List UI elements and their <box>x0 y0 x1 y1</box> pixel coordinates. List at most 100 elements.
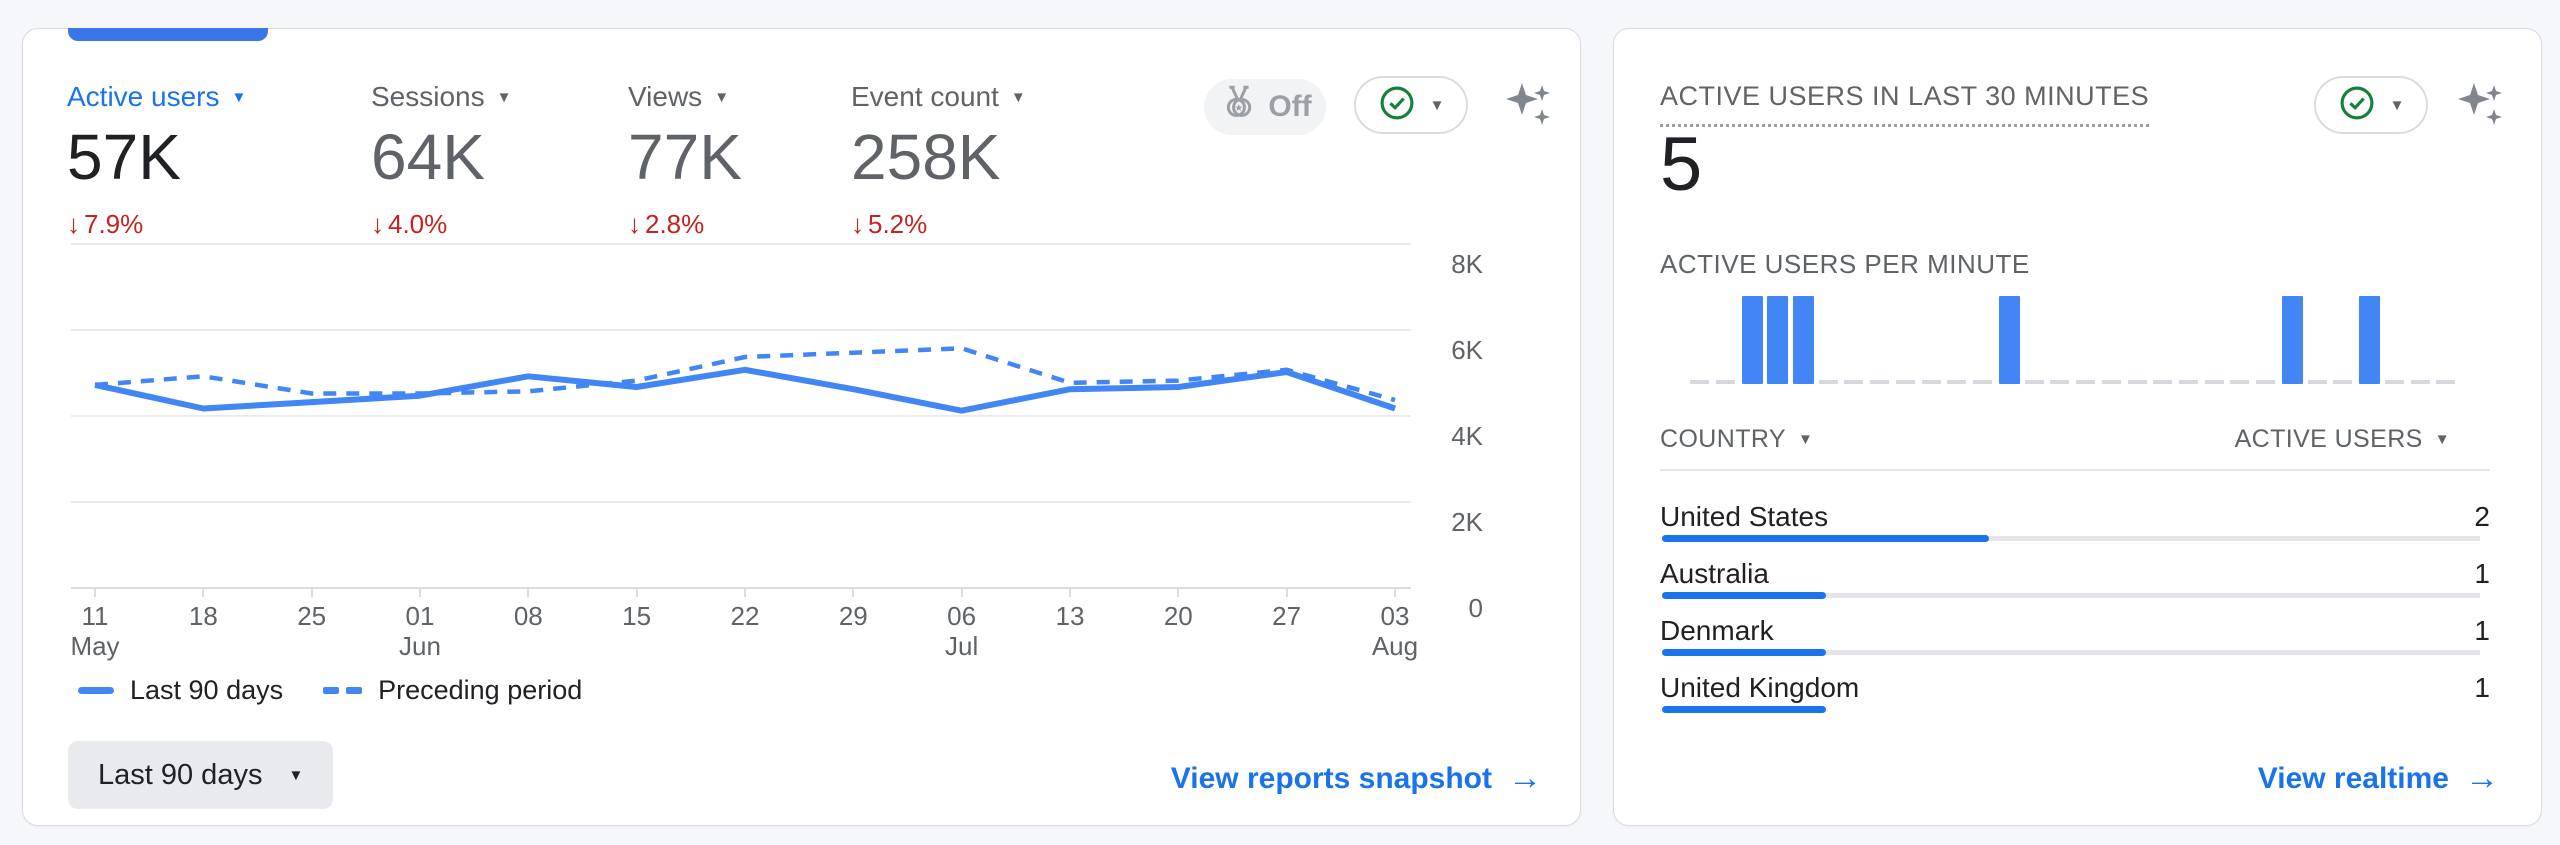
minute-empty-dash <box>2076 380 2095 384</box>
chevron-down-icon: ▼ <box>1798 432 1813 447</box>
table-divider <box>1660 469 2490 471</box>
active-tab-indicator <box>68 28 268 41</box>
x-tick-label: 03Aug <box>1350 601 1440 661</box>
minute-empty-dash <box>1947 380 1966 384</box>
metric-event-count[interactable]: Event count ▼ 258K ↓5.2% <box>851 81 1026 113</box>
x-tick-mark <box>527 587 529 597</box>
minute-bar <box>1742 296 1763 384</box>
metric-label: Views ▼ <box>628 81 729 113</box>
country-bar <box>1662 593 2480 598</box>
minute-empty-dash <box>2128 380 2147 384</box>
minute-bar <box>1767 296 1788 384</box>
minute-empty-dash <box>1973 380 1992 384</box>
chevron-down-icon: ▼ <box>2390 98 2405 113</box>
country-name: United States <box>1660 501 1828 533</box>
metric-active-users[interactable]: Active users ▼ 57K ↓7.9% <box>67 81 246 113</box>
date-range-selector[interactable]: Last 90 days ▼ <box>68 741 333 809</box>
x-tick-mark <box>1177 587 1179 597</box>
minute-empty-dash <box>2308 380 2327 384</box>
x-tick-mark <box>744 587 746 597</box>
metric-delta: ↓2.8% <box>628 209 704 240</box>
trend-lines-svg <box>71 243 1411 591</box>
metric-label-text: Views <box>628 81 702 113</box>
insights-sparkle-icon[interactable] <box>2452 77 2508 133</box>
metric-sessions[interactable]: Sessions ▼ 64K ↓4.0% <box>371 81 511 113</box>
legend-label: Preceding period <box>378 675 582 706</box>
x-tick-label: 22 <box>700 601 790 631</box>
x-tick-label: 15 <box>592 601 682 631</box>
country-bar <box>1662 650 2480 655</box>
table-row: United States 2 <box>1660 501 2490 545</box>
metric-label: Sessions ▼ <box>371 81 511 113</box>
y-tick-label: 8K <box>1413 249 1483 280</box>
metric-label-text: Event count <box>851 81 999 113</box>
x-tick-mark <box>202 587 204 597</box>
minute-empty-dash <box>2153 380 2172 384</box>
check-circle-icon <box>1378 84 1416 127</box>
benchmarking-off-badge[interactable]: Off <box>1204 79 1326 135</box>
country-name: United Kingdom <box>1660 672 1859 704</box>
data-quality-button[interactable]: ▼ <box>2314 76 2428 134</box>
minute-empty-dash <box>2179 380 2198 384</box>
minute-empty-dash <box>1870 380 1889 384</box>
dashed-line-swatch <box>323 687 362 694</box>
x-tick-mark <box>1069 587 1071 597</box>
x-tick-mark <box>311 587 313 597</box>
realtime-table-header: COUNTRY ▼ ACTIVE USERS ▼ <box>1660 425 2450 454</box>
minute-empty-dash <box>2436 380 2455 384</box>
chevron-down-icon: ▼ <box>288 768 303 783</box>
minute-empty-dash <box>2411 380 2430 384</box>
minute-empty-dash <box>1716 380 1735 384</box>
x-tick-label: 29 <box>808 601 898 631</box>
chevron-down-icon[interactable]: ▼ <box>1011 90 1026 105</box>
chevron-down-icon[interactable]: ▼ <box>714 90 729 105</box>
x-tick-mark <box>636 587 638 597</box>
metric-views[interactable]: Views ▼ 77K ↓2.8% <box>628 81 729 113</box>
x-tick-mark <box>94 587 96 597</box>
chevron-down-icon: ▼ <box>1430 98 1445 113</box>
right-arrow-icon: → <box>1508 759 1542 798</box>
view-realtime-link[interactable]: View realtime → <box>2258 759 2499 798</box>
country-column-header[interactable]: COUNTRY ▼ <box>1660 425 1813 454</box>
x-tick-mark <box>419 587 421 597</box>
country-name: Australia <box>1660 558 1769 590</box>
minute-empty-dash <box>1690 380 1709 384</box>
minute-empty-dash <box>2230 380 2249 384</box>
x-tick-label: 08 <box>483 601 573 631</box>
realtime-title: ACTIVE USERS IN LAST 30 MINUTES <box>1660 81 2149 127</box>
legend-label: Last 90 days <box>130 675 283 706</box>
x-tick-mark <box>1286 587 1288 597</box>
minute-empty-dash <box>2102 380 2121 384</box>
minute-empty-dash <box>1896 380 1915 384</box>
chevron-down-icon[interactable]: ▼ <box>497 90 512 105</box>
x-tick-mark <box>852 587 854 597</box>
minute-empty-dash <box>2025 380 2044 384</box>
active-users-column-header[interactable]: ACTIVE USERS ▼ <box>2235 425 2450 454</box>
country-name: Denmark <box>1660 615 1774 647</box>
y-tick-label: 2K <box>1413 507 1483 538</box>
trend-down-icon: ↓ <box>851 209 864 239</box>
metric-value: 64K <box>371 125 485 189</box>
data-quality-button[interactable]: ▼ <box>1354 76 1468 134</box>
insights-sparkle-icon[interactable] <box>1500 77 1556 133</box>
minute-empty-dash <box>2333 380 2352 384</box>
country-value: 1 <box>2474 672 2490 704</box>
country-bar <box>1662 536 2480 541</box>
right-arrow-icon: → <box>2465 759 2499 798</box>
reports-snapshot-card: Active users ▼ 57K ↓7.9% Sessions ▼ 64K … <box>22 28 1581 826</box>
x-tick-label: 11May <box>50 601 140 661</box>
country-value: 1 <box>2474 558 2490 590</box>
chevron-down-icon[interactable]: ▼ <box>232 90 247 105</box>
x-tick-label: 25 <box>267 601 357 631</box>
country-bar <box>1662 707 2480 712</box>
date-range-label: Last 90 days <box>98 759 262 792</box>
table-row: Denmark 1 <box>1660 615 2490 659</box>
chevron-down-icon: ▼ <box>2435 432 2450 447</box>
view-reports-snapshot-link[interactable]: View reports snapshot → <box>1171 759 1542 798</box>
check-circle-icon <box>2338 84 2376 127</box>
minute-empty-dash <box>1844 380 1863 384</box>
country-value: 2 <box>2474 501 2490 533</box>
metric-delta: ↓7.9% <box>67 209 143 240</box>
table-row: United Kingdom 1 <box>1660 672 2490 716</box>
minute-bar <box>1999 296 2020 384</box>
